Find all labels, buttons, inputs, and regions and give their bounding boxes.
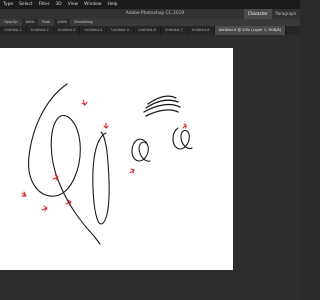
drawing	[21, 83, 193, 245]
hatching-stroke	[143, 95, 181, 117]
doc-tab[interactable]: Untitled-2	[27, 26, 54, 35]
options-bar: Opacity: 100% Flow: 100% Smoothing:	[0, 19, 300, 26]
tab-paragraph[interactable]: Paragraph	[272, 9, 301, 19]
menu-view[interactable]: View	[65, 0, 81, 9]
menu-3d[interactable]: 3D	[53, 0, 65, 9]
document-tabs: Untitled-1 Untitled-2 Untitled-3 Untitle…	[0, 26, 300, 35]
spiral-small-2	[172, 127, 193, 150]
arrow-marker	[21, 191, 27, 197]
arrow-marker	[81, 99, 88, 106]
menu-filter[interactable]: Filter	[36, 0, 53, 9]
doc-tab[interactable]: Untitled-1	[0, 26, 27, 35]
arrow-marker	[129, 168, 135, 174]
doc-tab[interactable]: Untitled-5	[107, 26, 135, 35]
tab-character[interactable]: Character	[243, 9, 272, 19]
panel-tabs: Character Paragraph	[243, 9, 301, 19]
window-title: Adobe Photoshop CC 2019	[125, 11, 185, 16]
opacity-field[interactable]: 100%	[21, 19, 38, 26]
flow-field[interactable]: 100%	[54, 19, 71, 26]
doc-tab[interactable]: Untitled-8	[188, 26, 215, 35]
menu-help[interactable]: Help	[104, 0, 120, 9]
doc-tab[interactable]: Untitled-3	[54, 26, 81, 35]
pasteboard	[233, 48, 300, 270]
flow-label: Flow:	[41, 20, 51, 24]
doc-tab-active[interactable]: Untitled-9 @ 33% (Layer 1, RGB/8)	[214, 26, 287, 35]
opacity-label: Opacity:	[4, 20, 18, 24]
doc-tab[interactable]: Untitled-6	[134, 26, 161, 35]
menu-select[interactable]: Select	[16, 0, 36, 9]
doc-tab[interactable]: Untitled-7	[161, 26, 188, 35]
doc-tab[interactable]: Untitled-4	[80, 26, 108, 35]
arrow-marker	[103, 122, 109, 129]
canvas[interactable]	[0, 48, 233, 270]
arrow-marker	[41, 205, 48, 212]
large-loop-stroke	[28, 83, 101, 245]
oval-stroke	[92, 131, 110, 225]
menu-bar: Type Select Filter 3D View Window Help	[0, 0, 300, 9]
menu-window[interactable]: Window	[81, 0, 104, 9]
spiral-small-1	[131, 138, 151, 162]
menu-type[interactable]: Type	[0, 0, 16, 9]
arrow-marker	[182, 123, 187, 129]
smoothing-label: Smoothing:	[74, 20, 94, 24]
